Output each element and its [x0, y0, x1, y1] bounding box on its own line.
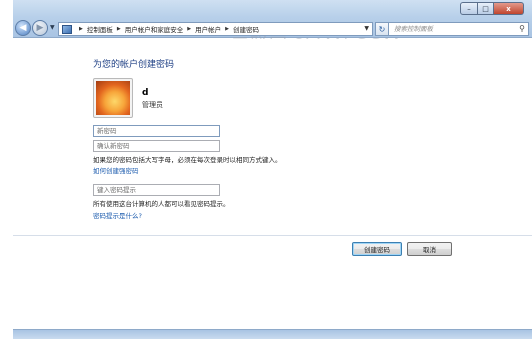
search-icon[interactable]: ⚲	[519, 24, 525, 33]
forward-button[interactable]: ▶	[32, 20, 48, 36]
search-input[interactable]	[394, 25, 514, 33]
chevron-right-icon[interactable]: ▶	[225, 26, 229, 32]
window-bottom-frame	[13, 329, 532, 339]
hint-visibility-note: 所有使用这台计算机的人都可以看见密码提示。	[93, 200, 230, 208]
back-button[interactable]: ◀	[15, 20, 31, 36]
divider	[13, 235, 532, 236]
avatar	[93, 78, 133, 118]
new-password-field[interactable]	[93, 125, 220, 137]
control-panel-icon	[62, 24, 72, 34]
password-hint-field[interactable]	[93, 184, 220, 196]
create-password-button[interactable]: 创建密码	[352, 242, 402, 256]
breadcrumb-user-accounts-family-safety[interactable]: 用户帐户和家庭安全	[125, 24, 184, 34]
cancel-button[interactable]: 取消	[407, 242, 452, 256]
caps-lock-note: 如果您的密码包括大写字母，必须在每次登录时以相同方式键入。	[93, 156, 282, 164]
close-button[interactable]: x	[494, 2, 524, 15]
breadcrumb-control-panel[interactable]: 控制面板	[87, 24, 113, 34]
control-panel-window: – □ x ◀ ▶ ▼ ▶ 控制面板 ▶ 用户帐户和家庭安全 ▶ 用户帐户 ▶ …	[13, 0, 532, 339]
user-role: 管理员	[142, 101, 163, 109]
chevron-right-icon[interactable]: ▶	[117, 26, 121, 32]
search-box[interactable]: ⚲	[388, 22, 529, 36]
caption-buttons: – □ x	[460, 2, 524, 15]
recent-pages-dropdown-icon[interactable]: ▼	[50, 24, 55, 31]
chevron-right-icon[interactable]: ▶	[79, 26, 83, 32]
chevron-right-icon[interactable]: ▶	[187, 26, 191, 32]
user-picture-flower	[96, 81, 130, 115]
main-content: 为您的帐户创建密码 d 管理员 如果您的密码包括大写字母，必须在每次登录时以相同…	[13, 39, 532, 329]
minimize-button[interactable]: –	[460, 2, 478, 15]
breadcrumb-user-accounts[interactable]: 用户帐户	[195, 24, 221, 34]
strong-password-help-link[interactable]: 如何创建强密码	[93, 165, 139, 175]
password-hint-help-link[interactable]: 密码提示是什么?	[93, 210, 142, 220]
user-name: d	[142, 88, 149, 98]
confirm-password-field[interactable]	[93, 140, 220, 152]
page-title: 为您的帐户创建密码	[93, 60, 175, 70]
maximize-button[interactable]: □	[478, 2, 494, 15]
